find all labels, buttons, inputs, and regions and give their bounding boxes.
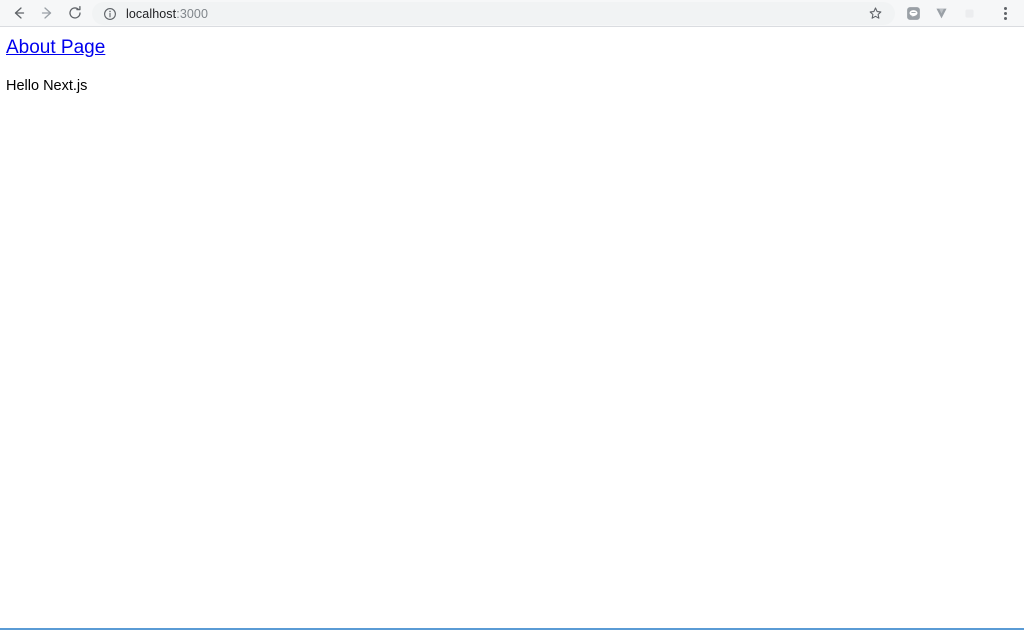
bottom-strip: [0, 630, 1024, 636]
url-port: :3000: [176, 6, 209, 21]
back-button[interactable]: [5, 0, 33, 27]
address-bar[interactable]: localhost:3000: [92, 2, 895, 25]
faint-extension-icon[interactable]: [955, 0, 983, 27]
arrow-left-icon: [11, 5, 27, 21]
forward-button[interactable]: [33, 0, 61, 27]
info-circle-icon[interactable]: [103, 7, 117, 21]
about-page-link[interactable]: About Page: [6, 37, 105, 59]
speech-bubble-extension-icon[interactable]: [899, 0, 927, 27]
url-host: localhost: [126, 6, 177, 21]
menu-dot: [1003, 17, 1007, 20]
menu-dot: [1003, 12, 1007, 15]
browser-toolbar: localhost:3000: [0, 0, 1024, 27]
funnel-v-extension-icon[interactable]: [927, 0, 955, 27]
arrow-right-icon: [39, 5, 55, 21]
chrome-menu-button[interactable]: [992, 0, 1018, 27]
three-dots-vertical-icon: [1003, 6, 1007, 21]
star-outline-icon[interactable]: [868, 6, 883, 21]
reload-icon: [67, 5, 83, 21]
extension-icons: [899, 0, 983, 27]
page-viewport: About Page Hello Next.js: [0, 28, 1024, 628]
reload-button[interactable]: [61, 0, 89, 27]
menu-dot: [1003, 7, 1007, 10]
page-body-text: Hello Next.js: [6, 78, 88, 94]
url-text: localhost:3000: [126, 7, 208, 21]
